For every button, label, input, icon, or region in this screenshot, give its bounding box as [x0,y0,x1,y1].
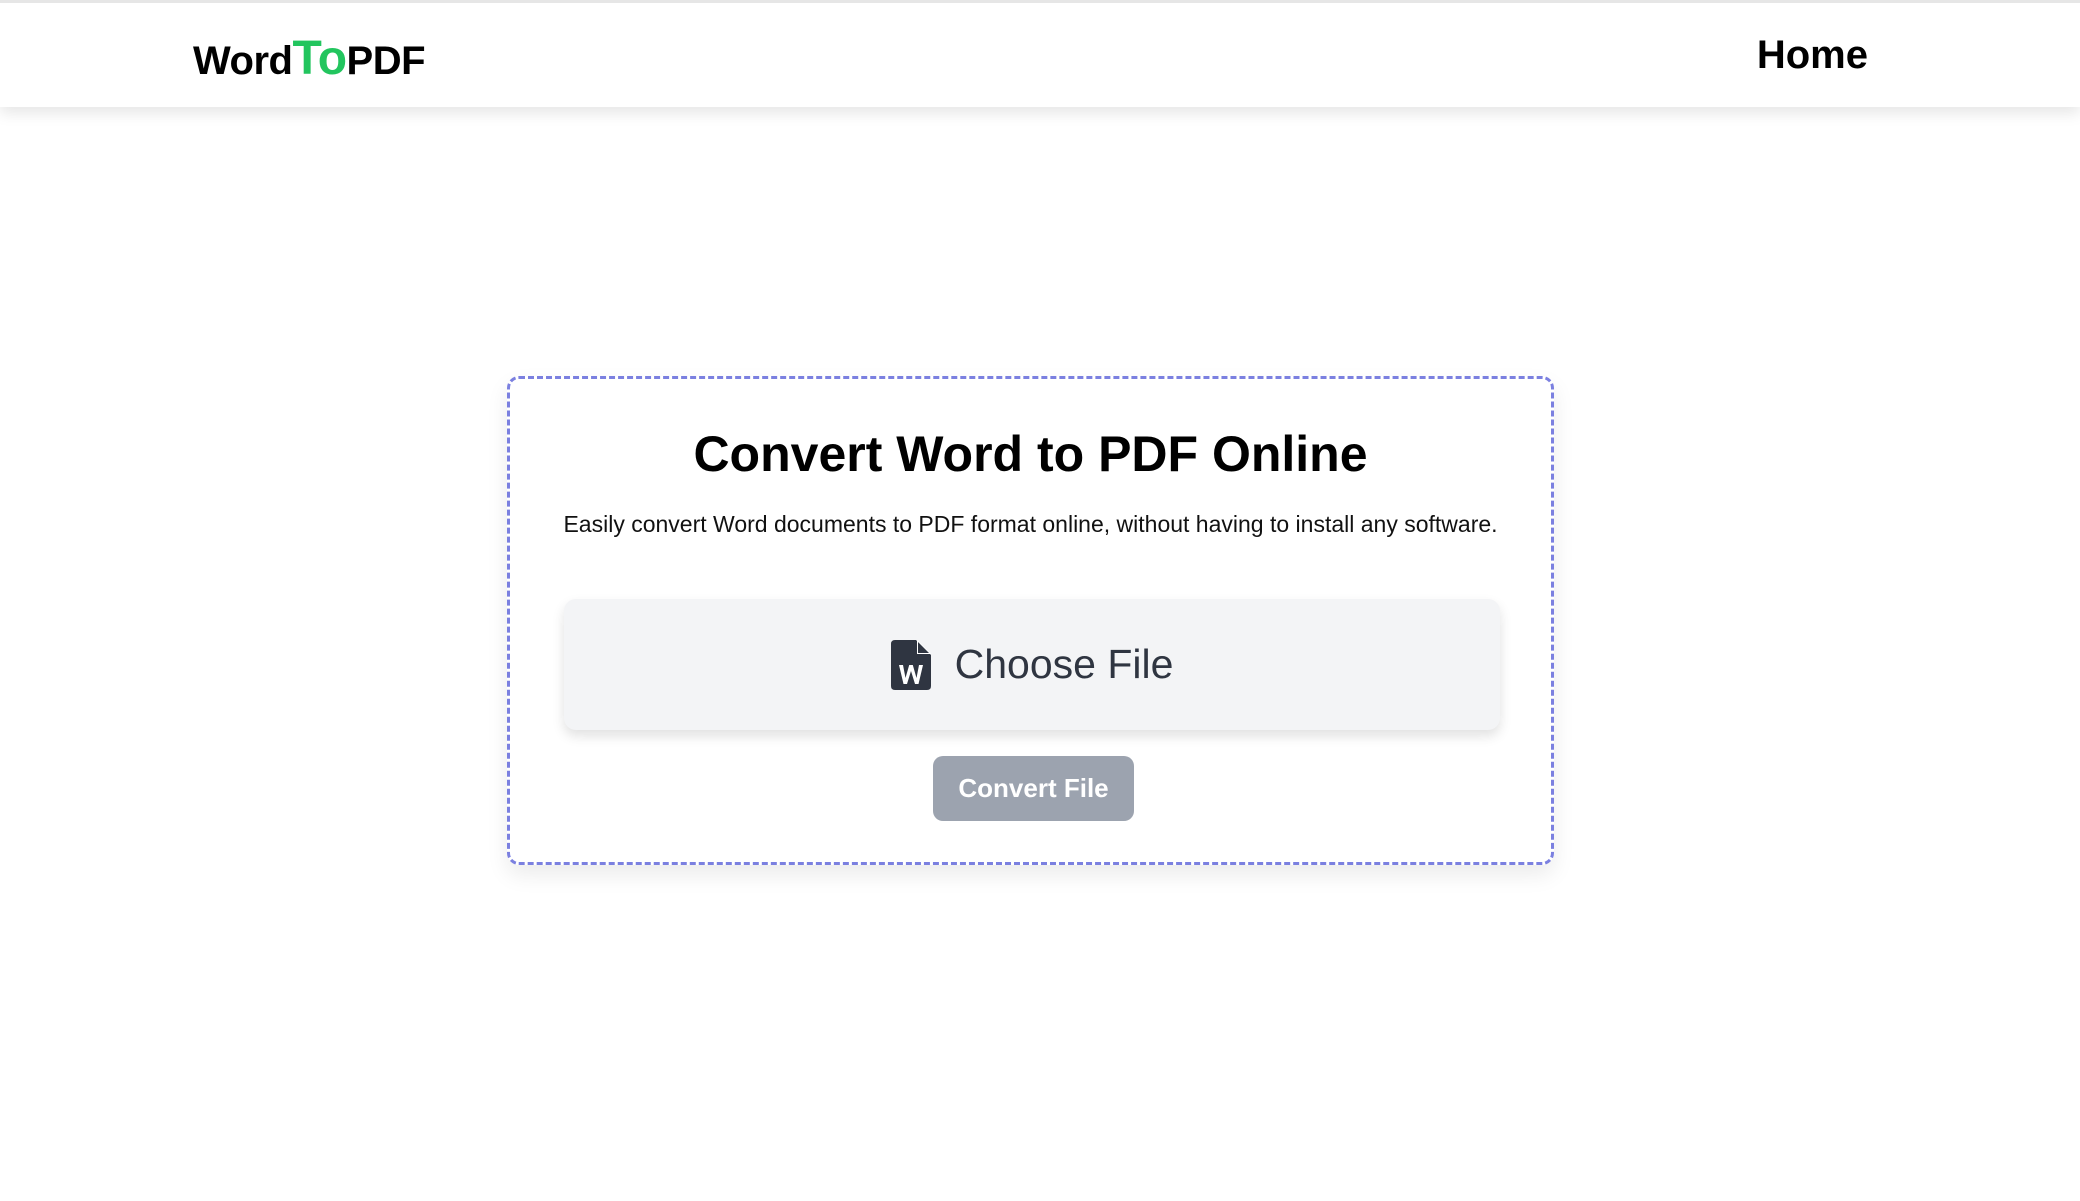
page-subtitle: Easily convert Word documents to PDF for… [563,511,1498,537]
top-navbar: Word To PDF Home [0,0,2080,107]
nav-home-link[interactable]: Home [1757,33,1868,78]
site-logo[interactable]: Word To PDF [193,31,426,87]
converter-card: Convert Word to PDF Online Easily conver… [507,376,1554,865]
convert-file-button[interactable]: Convert File [933,756,1134,821]
logo-to-text: To [292,32,347,85]
word-file-icon [890,639,931,690]
choose-file-button[interactable]: Choose File [564,599,1500,730]
logo-word-text: Word [193,39,293,83]
choose-file-label: Choose File [954,641,1174,687]
page-title: Convert Word to PDF Online [693,426,1368,482]
logo-pdf-text: PDF [346,39,426,83]
